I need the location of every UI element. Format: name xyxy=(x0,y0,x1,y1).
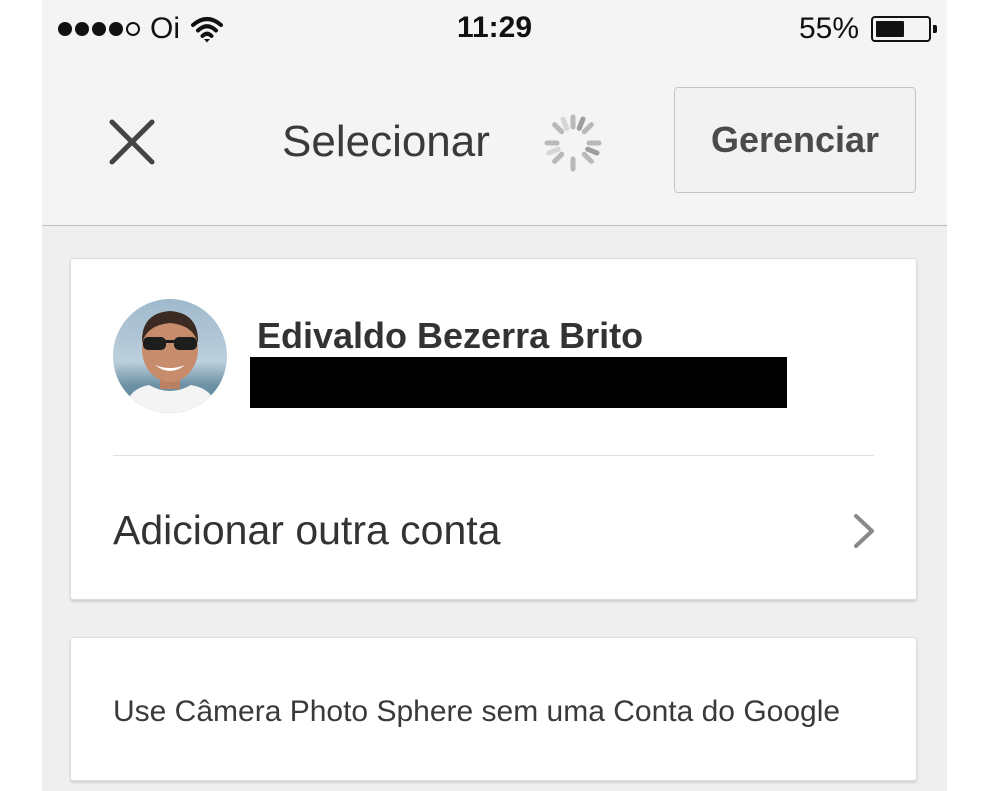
battery-icon xyxy=(871,16,937,42)
accounts-card: Edivaldo Bezerra Brito Adicionar outra c… xyxy=(70,258,917,600)
battery-percent: 55% xyxy=(798,12,859,45)
redacted-email xyxy=(250,357,787,408)
use-without-account-label: Use Câmera Photo Sphere sem uma Conta do… xyxy=(113,695,841,728)
use-without-account-button[interactable]: Use Câmera Photo Sphere sem uma Conta do… xyxy=(70,637,917,781)
page-title: Selecionar xyxy=(282,117,490,166)
battery-level xyxy=(876,21,904,37)
status-right: 55% xyxy=(798,12,937,46)
avatar xyxy=(113,299,227,413)
navigation-bar: Selecionar Gerenciar xyxy=(42,58,947,226)
battery-tip xyxy=(933,25,937,33)
avatar-photo xyxy=(113,299,227,413)
app-screen: Oi 11:29 55% Selecionar Gerenciar Edival… xyxy=(42,0,947,791)
add-account-button[interactable]: Adicionar outra conta xyxy=(71,456,916,601)
chevron-right-icon xyxy=(854,514,874,548)
close-button[interactable] xyxy=(104,114,160,170)
spinner-icon xyxy=(544,114,602,172)
close-icon xyxy=(109,119,155,165)
add-account-label: Adicionar outra conta xyxy=(113,507,501,553)
status-bar: Oi 11:29 55% xyxy=(42,0,947,58)
manage-button[interactable]: Gerenciar xyxy=(674,87,916,193)
account-row[interactable]: Edivaldo Bezerra Brito xyxy=(71,259,916,455)
account-name: Edivaldo Bezerra Brito xyxy=(257,315,644,356)
